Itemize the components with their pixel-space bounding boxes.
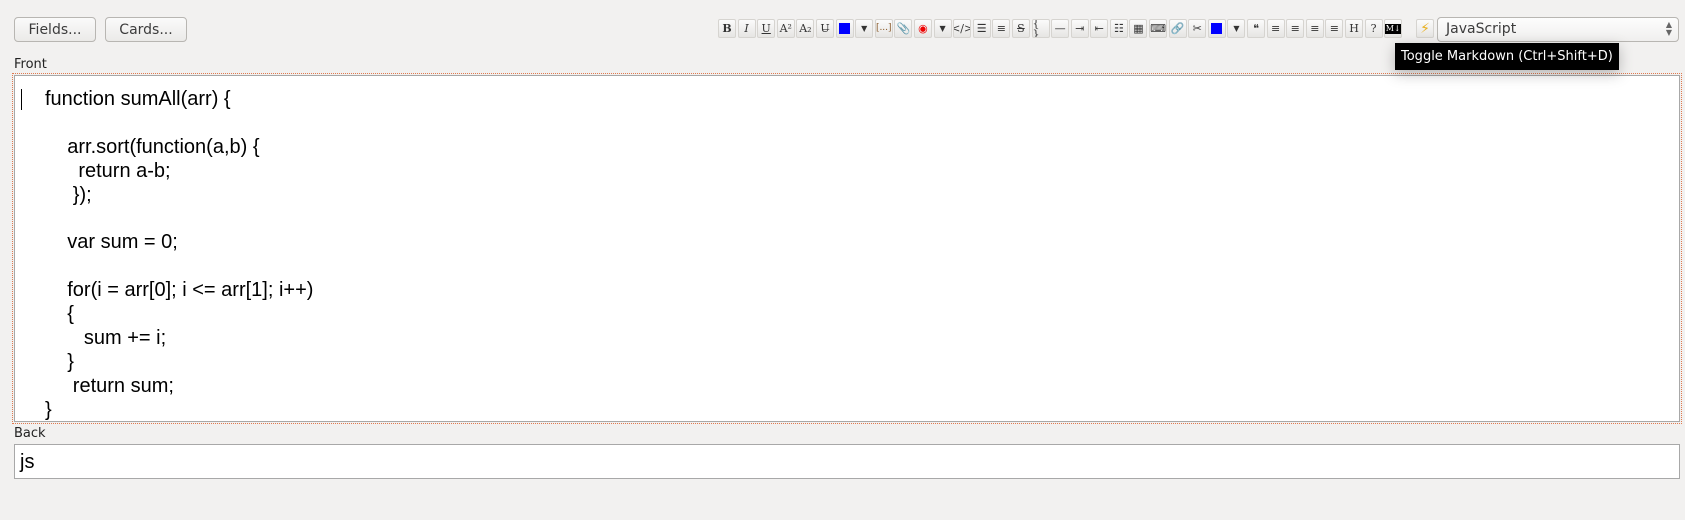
code-line: for(i = arr[0]; i <= arr[1]; i++) bbox=[45, 279, 314, 302]
blockquote-icon: ❝ bbox=[1253, 22, 1259, 35]
back-field[interactable]: js bbox=[14, 444, 1680, 479]
heading-icon: H bbox=[1349, 22, 1359, 35]
link-icon: 🔗 bbox=[1170, 22, 1185, 35]
color-swatch-icon bbox=[839, 23, 851, 34]
align-left-button[interactable]: ≡ bbox=[1266, 19, 1285, 38]
code-icon: </> bbox=[954, 22, 970, 35]
ordered-list-icon: ≡ bbox=[996, 22, 1006, 35]
more-dropdown-icon: ▼ bbox=[939, 23, 946, 33]
code-line: return sum; bbox=[45, 374, 174, 397]
background-color-button[interactable] bbox=[1207, 19, 1226, 38]
attach-icon: 📎 bbox=[896, 22, 911, 35]
text-cursor bbox=[21, 89, 22, 110]
cloze-icon: [...] bbox=[875, 23, 892, 33]
front-label: Front bbox=[14, 57, 47, 72]
remove-format-button[interactable]: U̶ bbox=[815, 19, 834, 38]
unordered-list-button[interactable]: ☰ bbox=[972, 19, 991, 38]
table-button[interactable]: ▦ bbox=[1129, 19, 1148, 38]
background-color-dropdown-icon: ▼ bbox=[1233, 23, 1240, 33]
justify-icon: ≡ bbox=[1329, 22, 1340, 35]
select-arrows-icon: ▲ ▼ bbox=[1665, 20, 1672, 37]
cloze-button[interactable]: [...] bbox=[874, 19, 893, 38]
align-right-icon: ≡ bbox=[1310, 22, 1320, 35]
text-color-dropdown-button[interactable]: ▼ bbox=[855, 19, 874, 38]
back-label: Back bbox=[14, 426, 46, 441]
code-line: { bbox=[45, 303, 74, 326]
horizontal-rule-icon: — bbox=[1054, 22, 1066, 35]
align-left-icon: ≡ bbox=[1271, 22, 1281, 35]
italic-button[interactable]: I bbox=[737, 19, 756, 38]
code-line: arr.sort(function(a,b) { bbox=[45, 135, 260, 158]
outdent-button[interactable]: ⇤ bbox=[1090, 19, 1109, 38]
horizontal-rule-button[interactable]: — bbox=[1051, 19, 1070, 38]
code-line: var sum = 0; bbox=[45, 231, 178, 254]
subscript-icon: A₂ bbox=[799, 22, 812, 35]
markdown-icon: M↓ bbox=[1385, 23, 1402, 34]
indent-icon: ⇥ bbox=[1075, 22, 1085, 35]
justify-button[interactable]: ≡ bbox=[1325, 19, 1344, 38]
align-center-button[interactable]: ≡ bbox=[1286, 19, 1305, 38]
unordered-list-icon: ☰ bbox=[976, 22, 987, 35]
format-toolbar: BIU A² A₂ U̶ ▼ [...] 📎 ◉ ▼ </> ☰ ≡ S { } — ⇥ ⇤ ☷ ▦ ⌨ 🔗 ✂ ▼ ❝ ≡ ≡ ≡… bbox=[718, 19, 1404, 39]
fields-button[interactable]: Fields... bbox=[14, 17, 96, 42]
code-line: return a-b; bbox=[45, 159, 171, 182]
cards-button[interactable]: Cards... bbox=[105, 17, 187, 42]
indent-button[interactable]: ⇥ bbox=[1070, 19, 1089, 38]
strikethrough-button[interactable]: S bbox=[1011, 19, 1030, 38]
superscript-button[interactable]: A² bbox=[776, 19, 795, 38]
code-line: } bbox=[45, 350, 74, 373]
keyboard-icon: ⌨ bbox=[1150, 22, 1166, 35]
record-audio-icon: ◉ bbox=[918, 22, 928, 35]
attach-button[interactable]: 📎 bbox=[894, 19, 913, 38]
subscript-button[interactable]: A₂ bbox=[796, 19, 815, 38]
code-button[interactable]: </> bbox=[953, 19, 972, 38]
heading-button[interactable]: H bbox=[1345, 19, 1363, 38]
definition-list-button[interactable]: ☷ bbox=[1109, 19, 1128, 38]
record-audio-button[interactable]: ◉ bbox=[913, 19, 932, 38]
code-line: sum += i; bbox=[45, 326, 167, 349]
text-color-dropdown-icon: ▼ bbox=[861, 23, 868, 33]
link-button[interactable]: 🔗 bbox=[1168, 19, 1187, 38]
color-swatch-icon bbox=[1211, 23, 1223, 34]
tooltip: Toggle Markdown (Ctrl+Shift+D) bbox=[1395, 43, 1619, 70]
code-line: function sumAll(arr) { bbox=[45, 88, 231, 110]
code-block-icon: { } bbox=[1032, 19, 1040, 38]
unlink-icon: ✂ bbox=[1192, 22, 1202, 35]
help-button[interactable]: ? bbox=[1364, 19, 1383, 38]
bold-icon: B bbox=[722, 22, 732, 35]
outdent-icon: ⇤ bbox=[1094, 22, 1104, 35]
definition-list-icon: ☷ bbox=[1113, 22, 1124, 35]
code-line: } bbox=[45, 398, 52, 421]
language-select-value: JavaScript bbox=[1446, 21, 1517, 37]
front-field[interactable]: function sumAll(arr) { arr.sort(function… bbox=[12, 73, 1682, 424]
background-color-dropdown-button[interactable]: ▼ bbox=[1227, 19, 1246, 38]
underline-button[interactable]: U bbox=[757, 19, 776, 38]
remove-format-icon: U̶ bbox=[820, 22, 830, 35]
markdown-button[interactable]: M↓ bbox=[1384, 19, 1403, 38]
help-icon: ? bbox=[1370, 22, 1377, 35]
code-block-button[interactable]: { } bbox=[1031, 19, 1050, 38]
bold-button[interactable]: B bbox=[718, 19, 736, 38]
more-dropdown-button[interactable]: ▼ bbox=[933, 19, 952, 38]
align-center-icon: ≡ bbox=[1290, 22, 1300, 35]
code-line: }); bbox=[45, 183, 92, 206]
strikethrough-icon: S bbox=[1017, 22, 1025, 35]
superscript-icon: A² bbox=[779, 22, 792, 35]
lightning-icon[interactable]: ⚡ bbox=[1416, 19, 1434, 38]
unlink-button[interactable]: ✂ bbox=[1188, 19, 1207, 38]
ordered-list-button[interactable]: ≡ bbox=[992, 19, 1011, 38]
italic-icon: I bbox=[744, 22, 749, 35]
text-color-button[interactable] bbox=[835, 19, 854, 38]
language-select[interactable]: JavaScript ▲ ▼ bbox=[1437, 17, 1679, 42]
underline-icon: U bbox=[761, 22, 771, 35]
blockquote-button[interactable]: ❝ bbox=[1247, 19, 1266, 38]
align-right-button[interactable]: ≡ bbox=[1305, 19, 1324, 38]
front-code: function sumAll(arr) { arr.sort(function… bbox=[45, 88, 313, 422]
keyboard-button[interactable]: ⌨ bbox=[1149, 19, 1168, 38]
table-icon: ▦ bbox=[1133, 22, 1144, 35]
